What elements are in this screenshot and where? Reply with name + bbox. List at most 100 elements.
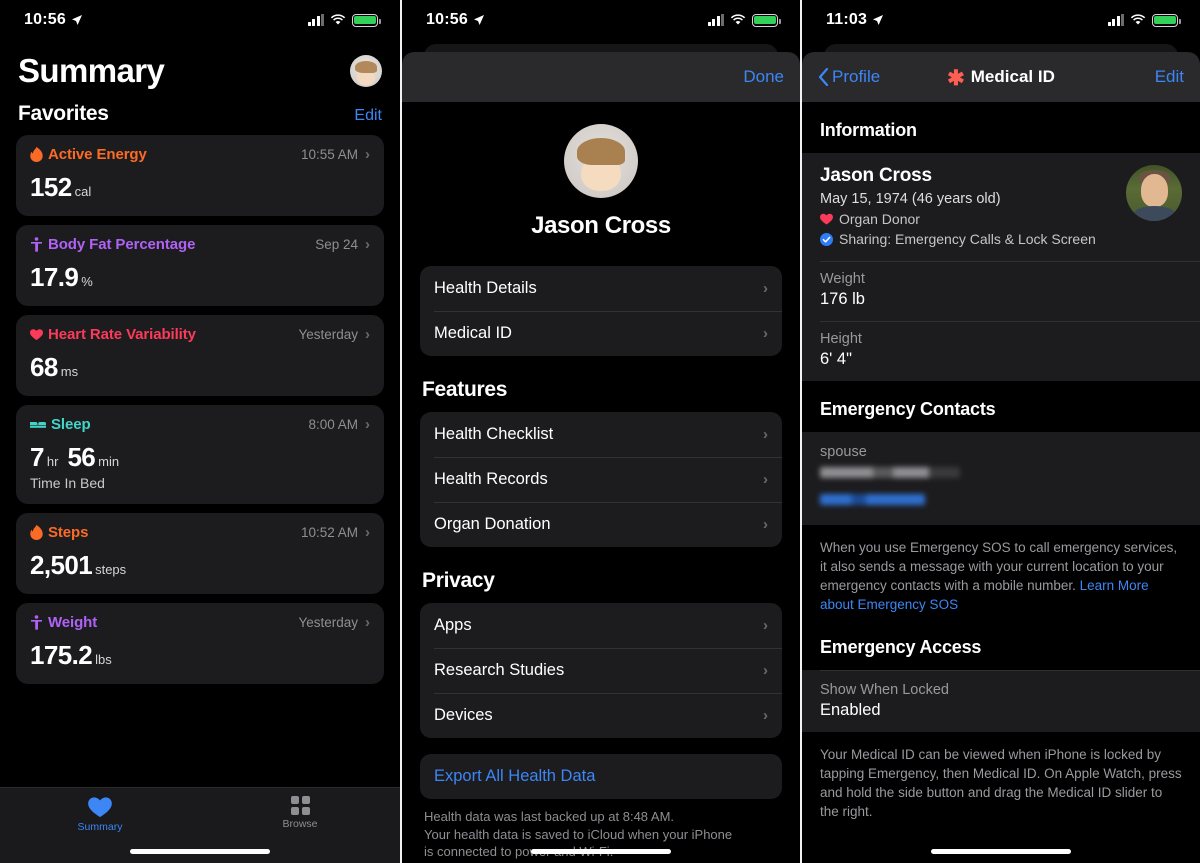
battery-charging-icon	[752, 13, 781, 27]
status-bar: 10:56	[0, 0, 400, 40]
card-time: Yesterday	[298, 615, 358, 630]
menu-item-devices[interactable]: Devices ›	[420, 693, 782, 738]
card-unit-hours: hr	[46, 454, 59, 469]
emergency-access-section-title: Emergency Access	[820, 636, 982, 657]
chevron-right-icon: ›	[365, 524, 370, 541]
features-group: Health Checklist › Health Records › Orga…	[420, 412, 782, 547]
organ-donor-label: Organ Donor	[839, 211, 920, 227]
wifi-icon	[1130, 14, 1146, 25]
card-value-hours: 7	[30, 442, 44, 472]
card-name: Sleep	[51, 416, 91, 433]
location-arrow-icon	[873, 15, 884, 25]
menu-item-organ-donation[interactable]: Organ Donation ›	[420, 502, 782, 547]
card-time: 10:52 AM	[300, 525, 358, 540]
field-key: Show When Locked	[820, 681, 949, 698]
tab-summary[interactable]: Summary	[0, 796, 200, 833]
card-time: Yesterday	[298, 327, 358, 342]
summary-header: Summary	[16, 40, 384, 94]
menu-item-health-details[interactable]: Health Details ›	[420, 266, 782, 311]
tab-browse-label: Browse	[282, 818, 318, 830]
medical-id-content[interactable]: Information Jason Cross May 15, 1974 (46…	[802, 102, 1200, 837]
card-value: 152	[30, 172, 72, 202]
edit-button[interactable]: Edit	[1155, 67, 1184, 86]
location-arrow-icon	[473, 15, 484, 25]
memoji-avatar[interactable]	[350, 55, 382, 87]
status-time: 11:03	[826, 11, 868, 28]
card-value: 17.9	[30, 262, 79, 292]
profile-sheet: Done Jason Cross Health Details › Medica…	[402, 52, 800, 863]
favorite-card-heart-rate-variability[interactable]: Heart Rate Variability Yesterday › 68 ms	[16, 315, 384, 396]
sheet-nav-bar: Done	[402, 52, 800, 102]
favorites-header: Favorites Edit	[16, 94, 384, 135]
information-section-title: Information	[820, 120, 917, 140]
bed-icon	[30, 422, 46, 428]
export-all-health-data-button[interactable]: Export All Health Data	[420, 754, 782, 799]
field-key: Weight	[820, 271, 865, 287]
status-bar: 10:56	[402, 0, 800, 40]
card-label: Heart Rate Variability	[30, 326, 196, 343]
edit-favorites-button[interactable]: Edit	[354, 107, 382, 125]
favorite-card-steps[interactable]: Steps 10:52 AM › 2,501 steps	[16, 513, 384, 594]
menu-item-health-checklist[interactable]: Health Checklist ›	[420, 412, 782, 457]
menu-item-label: Health Details	[434, 279, 537, 297]
menu-item-label: Organ Donation	[434, 515, 551, 533]
organ-donor-row: Organ Donor	[820, 211, 1096, 227]
home-indicator	[531, 849, 671, 854]
cellular-signal-icon	[1107, 14, 1124, 26]
flame-icon	[30, 525, 43, 540]
memoji-avatar[interactable]	[564, 124, 638, 198]
favorite-card-sleep[interactable]: Sleep 8:00 AM › 7 hr 56 min Time In Bed	[16, 405, 384, 504]
card-unit: %	[81, 274, 93, 289]
field-value: Enabled	[820, 700, 881, 719]
sheet-nav-bar: Profile ✱ Medical ID Edit	[802, 52, 1200, 102]
battery-charging-icon	[1152, 13, 1181, 27]
chevron-right-icon: ›	[365, 236, 370, 253]
menu-item-label: Apps	[434, 616, 472, 634]
menu-item-research-studies[interactable]: Research Studies ›	[420, 648, 782, 693]
done-button[interactable]: Done	[743, 67, 784, 87]
favorite-card-body-fat-percentage[interactable]: Body Fat Percentage Sep 24 › 17.9%	[16, 225, 384, 306]
card-label: Sleep	[30, 416, 91, 433]
home-indicator	[130, 849, 270, 854]
summary-scroll-area[interactable]: Summary Favorites Edit Active Energy 10:…	[0, 40, 400, 783]
sharing-label: Sharing: Emergency Calls & Lock Screen	[839, 231, 1096, 247]
profile-name: Jason Cross	[531, 212, 671, 239]
card-unit: cal	[74, 184, 92, 199]
chevron-right-icon: ›	[763, 280, 768, 297]
cellular-signal-icon	[707, 14, 724, 26]
field-key: Height	[820, 331, 862, 347]
card-subtitle: Time In Bed	[30, 475, 105, 491]
profile-main-group: Health Details › Medical ID ›	[420, 266, 782, 356]
contact-phone-redacted[interactable]	[820, 494, 925, 505]
menu-item-label: Research Studies	[434, 661, 565, 679]
card-label: Body Fat Percentage	[30, 236, 195, 253]
sharing-row: Sharing: Emergency Calls & Lock Screen	[820, 231, 1096, 247]
chevron-right-icon: ›	[365, 416, 370, 433]
back-to-profile-button[interactable]: Profile	[818, 67, 947, 87]
favorite-card-active-energy[interactable]: Active Energy 10:55 AM › 152 cal	[16, 135, 384, 216]
chevron-right-icon: ›	[763, 662, 768, 679]
card-value-minutes: 56	[67, 442, 96, 472]
favorite-card-weight[interactable]: Weight Yesterday › 175.2 lbs	[16, 603, 384, 684]
menu-item-medical-id[interactable]: Medical ID ›	[420, 311, 782, 356]
field-height: Height 6' 4"	[802, 321, 1200, 381]
nav-title-label: Medical ID	[970, 67, 1055, 86]
menu-item-health-records[interactable]: Health Records ›	[420, 457, 782, 502]
wifi-icon	[330, 14, 346, 25]
card-name: Weight	[48, 614, 98, 631]
card-label: Steps	[30, 524, 88, 541]
flame-icon	[30, 147, 43, 162]
information-block: Jason Cross May 15, 1974 (46 years old) …	[802, 153, 1200, 381]
chevron-right-icon: ›	[763, 617, 768, 634]
field-value: 176 lb	[820, 290, 865, 308]
card-label: Weight	[30, 614, 97, 631]
profile-header: Jason Cross	[420, 102, 782, 266]
card-unit: ms	[60, 364, 79, 379]
contact-name-redacted	[820, 467, 960, 478]
menu-item-apps[interactable]: Apps ›	[420, 603, 782, 648]
sheet-content[interactable]: Jason Cross Health Details › Medical ID …	[402, 102, 800, 861]
tab-browse[interactable]: Browse	[200, 796, 400, 830]
person-identity-row: Jason Cross May 15, 1974 (46 years old) …	[802, 153, 1200, 261]
field-show-when-locked[interactable]: Show When Locked Enabled	[802, 669, 1200, 732]
page-title: Summary	[18, 52, 165, 89]
